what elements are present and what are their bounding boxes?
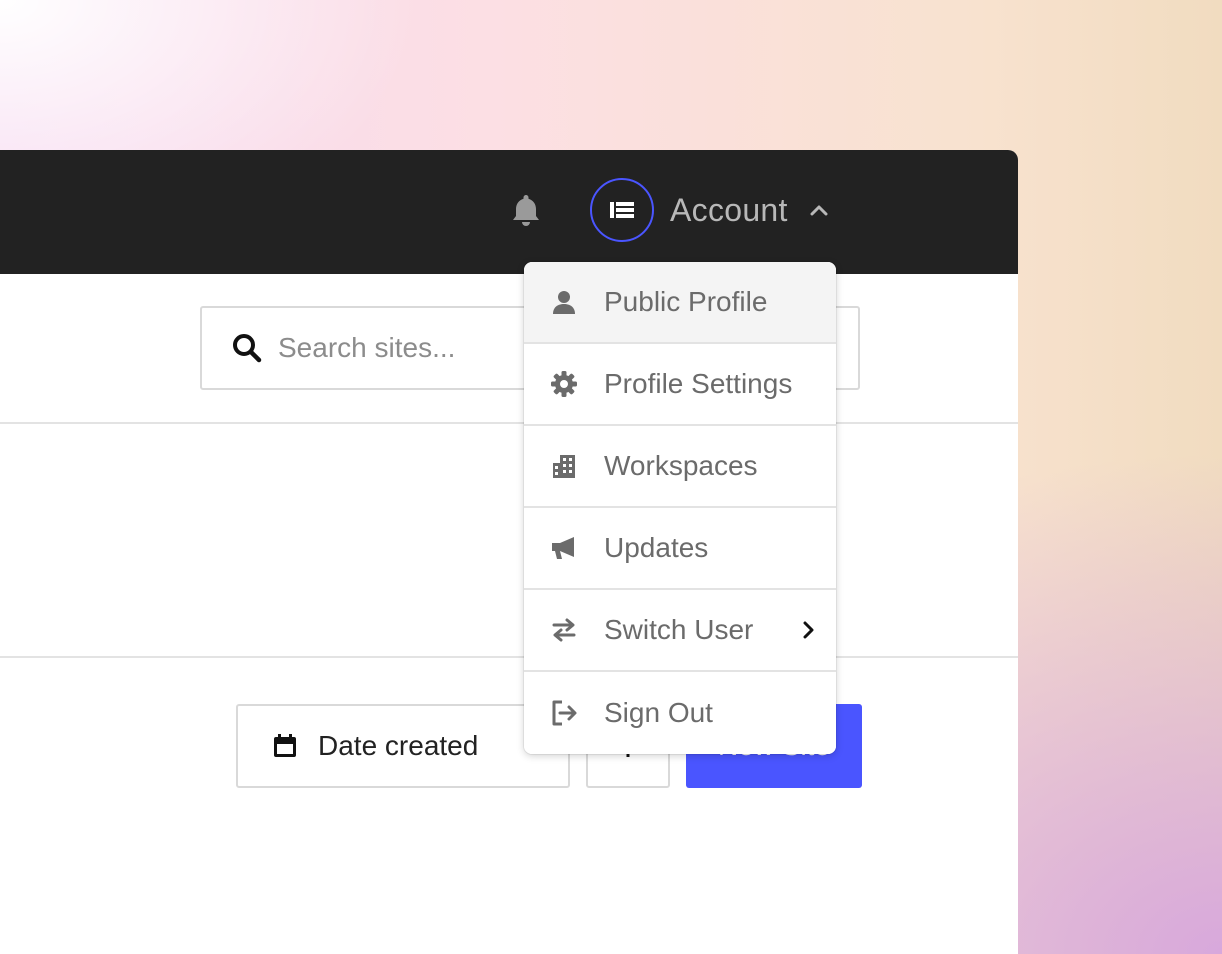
menu-item-sign-out[interactable]: Sign Out: [524, 672, 836, 754]
menu-item-updates[interactable]: Updates: [524, 508, 836, 590]
menu-item-label: Updates: [604, 532, 709, 563]
account-label: Account: [670, 191, 788, 228]
menu-item-label: Workspaces: [604, 450, 758, 481]
calendar-icon: [272, 733, 298, 759]
menu-item-switch-user[interactable]: Switch User: [524, 590, 836, 672]
gear-icon: [550, 370, 578, 398]
menu-item-public-profile[interactable]: Public Profile: [524, 262, 836, 344]
sort-label: Date created: [318, 730, 479, 761]
workspace-logo-icon: [610, 202, 634, 218]
user-icon: [550, 288, 578, 316]
account-menu-button[interactable]: Account: [590, 178, 828, 242]
menu-item-label: Sign Out: [604, 697, 713, 728]
swap-arrows-icon: [550, 616, 578, 644]
menu-item-label: Public Profile: [604, 286, 768, 317]
building-icon: [550, 452, 578, 480]
top-navigation-bar: Account: [0, 150, 1018, 274]
megaphone-icon: [550, 534, 578, 562]
menu-item-profile-settings[interactable]: Profile Settings: [524, 344, 836, 426]
menu-item-label: Profile Settings: [604, 368, 793, 399]
app-window: Account Date created: [0, 150, 1018, 954]
chevron-right-icon: [802, 621, 814, 639]
avatar[interactable]: [590, 178, 654, 242]
sign-out-icon: [550, 699, 578, 727]
search-icon: [232, 333, 262, 363]
menu-item-label: Switch User: [604, 614, 754, 645]
divider: [0, 422, 1018, 424]
menu-item-workspaces[interactable]: Workspaces: [524, 426, 836, 508]
divider: [0, 656, 1018, 658]
sort-by-dropdown[interactable]: Date created: [236, 704, 570, 788]
account-dropdown-menu: Public Profile Profile Settings Workspac…: [524, 262, 836, 754]
chevron-up-icon: [810, 204, 828, 216]
bell-icon[interactable]: [508, 192, 544, 228]
